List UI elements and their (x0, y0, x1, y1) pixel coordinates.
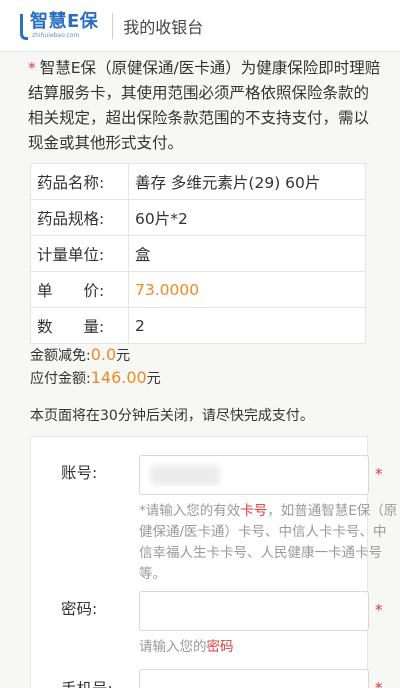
discount-line: 金额减免:0.0元 (30, 344, 161, 367)
drug-name-label: 药品名称: (30, 163, 129, 200)
password-required-mark: * (375, 601, 383, 619)
discount-label: 金额减免: (30, 348, 91, 364)
account-input-value-redacted (150, 465, 220, 485)
drug-name-value: 善存 多维元素片(29) 60片 (128, 163, 366, 200)
amount-summary: 金额减免:0.0元 应付金额:146.00元 (30, 344, 161, 390)
table-row: 数 量: 2 (30, 307, 366, 344)
payable-value: 146.00 (90, 368, 147, 387)
logo-title: 智慧E保 (30, 10, 99, 32)
account-required-mark: * (375, 465, 383, 483)
account-input[interactable] (139, 455, 369, 495)
password-hint-prefix: 请输入您的 (139, 639, 207, 655)
password-hint-key: 密码 (206, 639, 234, 655)
logo: 智慧E保 zhihuiebao.com (20, 10, 99, 40)
drug-spec-label: 药品规格: (30, 199, 129, 236)
table-row: 计量单位: 盒 (30, 235, 366, 272)
logo-mark-icon (20, 13, 28, 40)
insurance-notice: * 智慧E保（原健保通/医卡通）为健康保险即时理赔结算服务卡，其使用范围必须严格依… (28, 56, 384, 156)
payable-label: 应付金额: (30, 371, 91, 387)
notice-star: * (28, 59, 36, 77)
unit-price-value: 73.0000 (128, 271, 366, 308)
account-hint-key: 卡号 (240, 503, 268, 519)
close-note: 本页面将在30分钟后关闭，请尽快完成支付。 (30, 408, 314, 424)
phone-input[interactable] (139, 669, 369, 688)
quantity-value: 2 (128, 307, 366, 344)
quantity-label: 数 量: (30, 307, 129, 344)
password-label: 密码: (61, 600, 98, 618)
discount-value: 0.0 (90, 345, 117, 364)
page-title: 我的收银台 (123, 17, 204, 37)
drug-info-table: 药品名称: 善存 多维元素片(29) 60片 药品规格: 60片*2 计量单位:… (30, 163, 366, 344)
table-row: 单 价: 73.0000 (30, 271, 366, 308)
unit-label: 计量单位: (30, 235, 129, 272)
account-hint-prefix: *请输入您的有效 (139, 503, 241, 519)
unit-value: 盒 (128, 235, 366, 272)
header: 智慧E保 zhihuiebao.com 我的收银台 (0, 0, 400, 52)
notice-text: 智慧E保（原健保通/医卡通）为健康保险即时理赔结算服务卡，其使用范围必须严格依照… (28, 59, 381, 152)
header-divider (112, 12, 114, 39)
phone-required-mark: * (375, 679, 383, 688)
unit-price-label: 单 价: (30, 271, 129, 308)
drug-spec-value: 60片*2 (128, 199, 366, 236)
payable-unit: 元 (146, 371, 161, 387)
payable-line: 应付金额:146.00元 (30, 367, 161, 390)
account-label: 账号: (61, 464, 98, 482)
account-hint: *请输入您的有效卡号，如普通智慧E保（原健保通/医卡通）卡号、中信人卡卡号、中信… (139, 501, 399, 585)
password-input[interactable] (139, 591, 369, 631)
payment-form: 账号: * *请输入您的有效卡号，如普通智慧E保（原健保通/医卡通）卡号、中信人… (30, 436, 397, 688)
password-hint: 请输入您的密码 (139, 637, 399, 658)
phone-label: 手机号: (61, 677, 113, 688)
table-row: 药品规格: 60片*2 (30, 199, 366, 236)
discount-unit: 元 (116, 348, 131, 364)
logo-subtitle: zhihuiebao.com (32, 31, 80, 39)
table-row: 药品名称: 善存 多维元素片(29) 60片 (30, 163, 366, 200)
